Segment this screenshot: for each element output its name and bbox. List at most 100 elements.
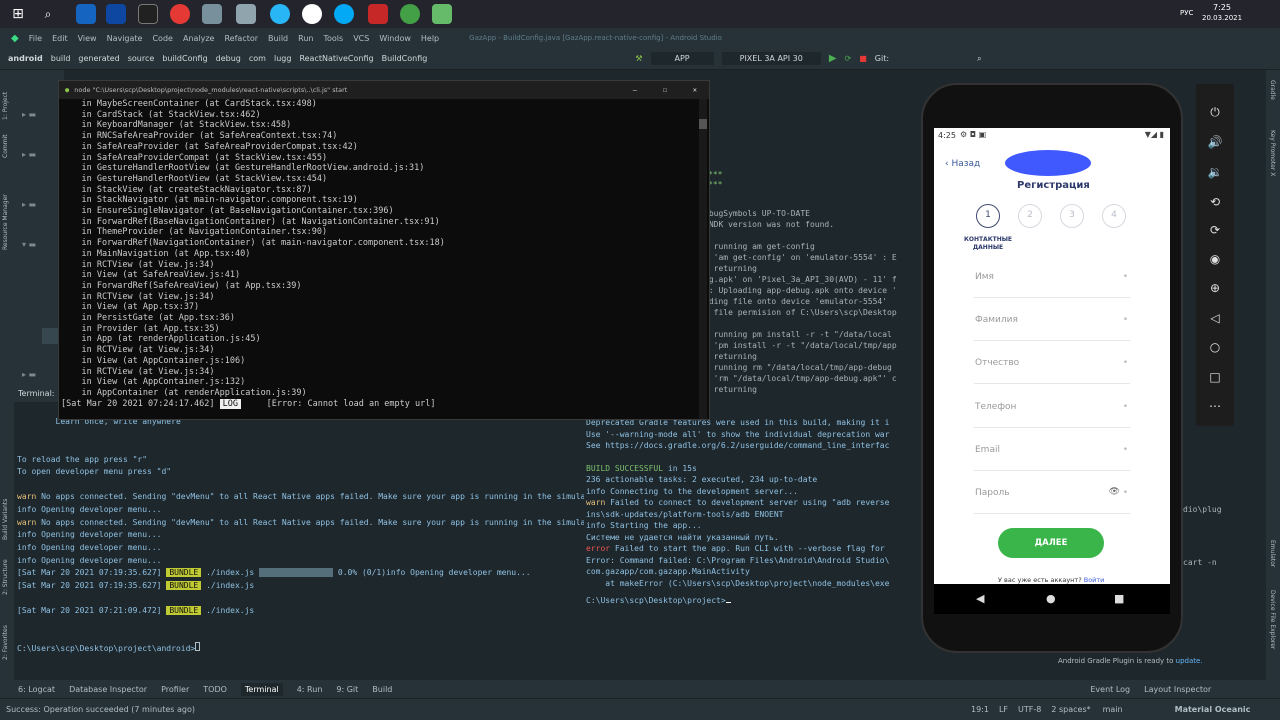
nav-back-icon[interactable]: ◀ [976,592,984,605]
tab-profiler[interactable]: Profiler [161,685,189,694]
tool-gradle[interactable]: Gradle [1269,80,1276,110]
tray-lang[interactable]: РУС [1180,9,1193,17]
power-icon[interactable]: ⏻ [1205,102,1225,122]
breadcrumb-item[interactable]: buildConfig [162,54,207,63]
tray-date[interactable]: 20.03.2021 [1202,14,1242,22]
rotate-left-icon[interactable]: ⟲ [1205,192,1225,212]
file-encoding[interactable]: UTF-8 [1018,705,1041,714]
terminal-prompt[interactable]: C:\Users\scp\Desktop\project\android> [17,642,584,656]
caret-position[interactable]: 19:1 [971,705,989,714]
close-icon[interactable]: ✕ [693,86,697,94]
tool-commit[interactable]: Commit [2,128,9,158]
menu-tools[interactable]: Tools [318,34,348,43]
volume-down-icon[interactable]: 🔉 [1205,162,1225,182]
tool-key-promoter[interactable]: Key Promoter X [1269,130,1276,190]
task-view-icon[interactable] [76,4,96,24]
device-select[interactable]: PIXEL 3A API 30 [721,52,821,65]
stop-icon[interactable]: ■ [859,54,867,63]
tab-database-inspector[interactable]: Database Inspector [69,685,147,694]
menu-file[interactable]: File [24,34,47,43]
indent-setting[interactable]: 2 spaces* [1051,705,1090,714]
phone-field[interactable]: Телефон • [974,396,1130,428]
scrollbar[interactable] [699,99,707,419]
rotate-right-icon[interactable]: ⟳ [1205,220,1225,240]
tab-layout-inspector[interactable]: Layout Inspector [1144,685,1211,694]
more-icon[interactable]: ⋯ [1205,396,1225,416]
tray-time[interactable]: 7:25 [1213,3,1231,12]
login-link[interactable]: Войти [1084,576,1105,584]
menu-code[interactable]: Code [147,34,177,43]
email-field[interactable]: Email • [974,439,1130,471]
tool-build-variants[interactable]: Build Variants [2,490,9,540]
menu-window[interactable]: Window [374,34,416,43]
tool-structure[interactable]: 2: Structure [2,555,9,595]
status-message[interactable]: Success: Operation succeeded (7 minutes … [6,705,195,714]
app-icon[interactable] [106,4,126,24]
volume-up-icon[interactable]: 🔊 [1205,132,1225,152]
menu-analyze[interactable]: Analyze [178,34,220,43]
maximize-icon[interactable]: ☐ [663,86,667,94]
first-name-field[interactable]: Имя • [974,266,1130,298]
menu-edit[interactable]: Edit [47,34,73,43]
step-2[interactable]: 2 [1018,204,1042,228]
windows-start-icon[interactable]: ⊞ [8,4,28,24]
eye-icon[interactable]: 👁 [1109,487,1120,497]
tab-todo[interactable]: TODO [203,685,227,694]
node-icon[interactable] [432,4,452,24]
back-icon[interactable]: ◁ [1205,308,1225,328]
menu-refactor[interactable]: Refactor [219,34,263,43]
search-icon[interactable]: ⌕ [38,4,58,24]
step-4[interactable]: 4 [1102,204,1126,228]
breadcrumb-item[interactable]: lugg [274,54,291,63]
minimize-icon[interactable]: — [633,86,637,94]
tab-event-log[interactable]: Event Log [1090,685,1130,694]
terminal-left[interactable]: Learn once, write anywhere To reload the… [14,402,600,680]
android-studio-icon[interactable] [400,4,420,24]
skype-icon[interactable] [334,4,354,24]
breadcrumb-item[interactable]: debug [216,54,241,63]
menu-build[interactable]: Build [263,34,293,43]
breadcrumb-item[interactable]: source [128,54,155,63]
breadcrumb-item[interactable]: android [8,54,43,63]
menu-navigate[interactable]: Navigate [102,34,148,43]
tool-favorites[interactable]: 2: Favorites [2,620,9,660]
run-config-select[interactable]: APP [650,52,714,65]
breadcrumb-item[interactable]: generated [78,54,119,63]
tab-terminal[interactable]: Terminal [240,682,283,696]
search-icon[interactable]: ⌕ [977,54,981,64]
back-link[interactable]: ‹ Назад [945,159,980,169]
breadcrumb-item[interactable]: BuildConfig [382,54,428,63]
telegram-icon[interactable] [270,4,290,24]
hammer-icon[interactable]: ⚒ [635,54,642,63]
home-icon[interactable]: ○ [1205,337,1225,357]
breadcrumb-item[interactable]: build [51,54,71,63]
line-separator[interactable]: LF [999,705,1008,714]
camera-icon[interactable]: ◉ [1205,249,1225,269]
tool-emulator[interactable]: Emulator [1269,540,1276,580]
app-icon-3[interactable] [236,4,256,24]
tab-git[interactable]: 9: Git [336,685,358,694]
terminal-prompt[interactable]: C:\Users\scp\Desktop\project> [586,595,920,607]
menu-view[interactable]: View [73,34,102,43]
git-branch[interactable]: main [1103,705,1123,714]
step-3[interactable]: 3 [1060,204,1084,228]
zoom-icon[interactable]: ⊕ [1205,278,1225,298]
update-link[interactable]: update. [1176,657,1203,665]
debug-icon[interactable]: ⟳ [845,54,852,63]
next-button[interactable]: ДАЛЕЕ [998,528,1104,558]
app-icon-2[interactable] [202,4,222,24]
menu-vcs[interactable]: VCS [348,34,374,43]
tool-resource-manager[interactable]: Resource Manager [2,180,9,250]
breadcrumb-item[interactable]: ReactNativeConfig [299,54,373,63]
tab-build[interactable]: Build [372,685,392,694]
middle-name-field[interactable]: Отчество • [974,352,1130,384]
tab-logcat[interactable]: 6: Logcat [18,685,55,694]
theme-name[interactable]: Material Oceanic [1175,705,1251,714]
tool-device-file-explorer[interactable]: Device File Explorer [1269,590,1276,670]
breadcrumb-item[interactable]: com [249,54,266,63]
node-output[interactable]: in MaybeScreenContainer (at CardStack.ts… [59,99,709,421]
chrome-icon[interactable] [170,4,190,24]
last-name-field[interactable]: Фамилия • [974,309,1130,341]
tool-project[interactable]: 1: Project [2,80,9,120]
menu-help[interactable]: Help [416,34,444,43]
